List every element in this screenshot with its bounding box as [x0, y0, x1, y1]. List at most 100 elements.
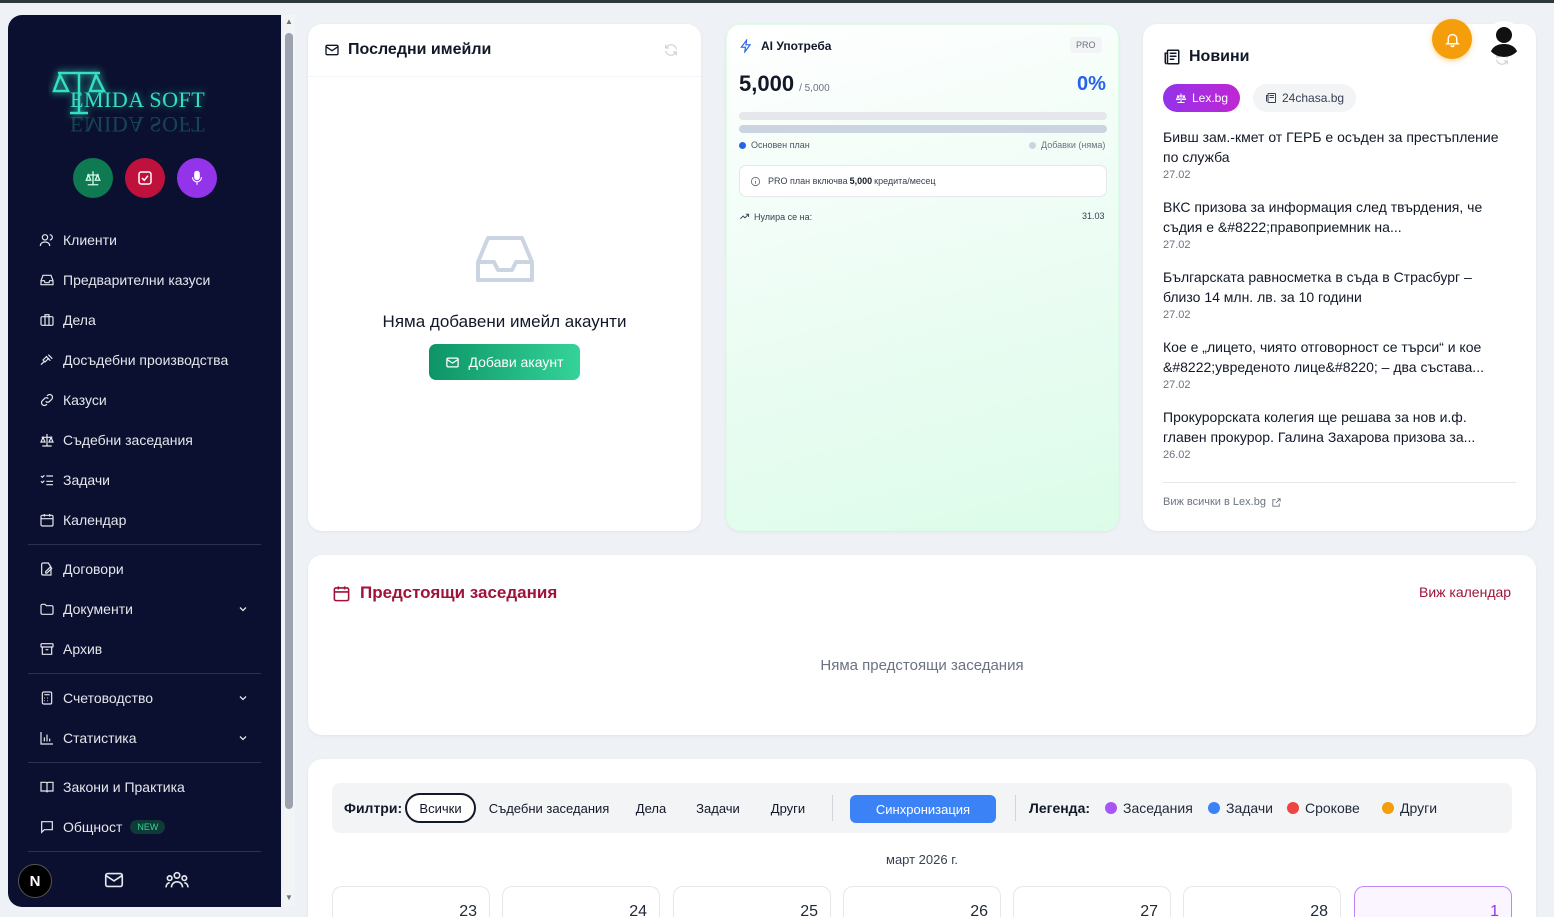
news-source-tab-lexbg[interactable]: Lex.bg	[1163, 84, 1241, 112]
filters-label: Филтри:	[344, 800, 403, 816]
sync-button[interactable]: Синхронизация	[850, 795, 996, 823]
news-item[interactable]: Бивш зам.-кмет от ГЕРБ е осъден за прест…	[1163, 127, 1503, 181]
window-top-border	[0, 0, 1554, 3]
trending-up-icon	[740, 213, 750, 220]
card-divider	[308, 76, 701, 77]
newspaper-icon	[1164, 49, 1180, 65]
calendar-day-today[interactable]: 1	[1354, 886, 1512, 917]
microphone-icon	[191, 170, 203, 185]
sidebar-item-label: Статистика	[63, 730, 137, 746]
quick-hearings-button[interactable]	[73, 158, 113, 198]
ai-credits: 5,000 / 5,000	[739, 71, 830, 97]
filter-other[interactable]: Други	[762, 793, 814, 823]
add-account-button[interactable]: Добави акаунт	[429, 344, 580, 380]
calendar-day[interactable]: 28	[1183, 886, 1341, 917]
quick-tasks-button[interactable]	[125, 158, 165, 198]
news-headline[interactable]: Кое е „лицето, чиято отговорност се търс…	[1163, 337, 1503, 377]
legend-dot	[1029, 141, 1036, 149]
chevron-down-icon[interactable]	[237, 603, 249, 615]
sidebar-item-hearings[interactable]: Съдебни заседания	[28, 420, 261, 460]
filter-tasks[interactable]: Задачи	[687, 793, 749, 823]
sidebar-item-documents[interactable]: Документи	[28, 589, 261, 629]
news-headline[interactable]: Българската равносметка в съда в Страсбу…	[1163, 267, 1503, 307]
filter-all[interactable]: Всички	[405, 793, 476, 823]
calendar-day[interactable]: 23	[332, 886, 490, 917]
contract-icon	[41, 562, 53, 576]
news-item[interactable]: Кое е „лицето, чиято отговорност се търс…	[1163, 337, 1503, 391]
filter-cases[interactable]: Дела	[628, 793, 674, 823]
ai-percent: 0%	[1077, 73, 1106, 95]
mail-icon	[325, 44, 339, 56]
sidebar-item-archive[interactable]: Архив	[28, 629, 261, 669]
external-link-icon	[1272, 497, 1281, 507]
lightning-icon	[740, 39, 752, 53]
news-item[interactable]: Прокурорската колегия ще решава за нов и…	[1163, 407, 1503, 461]
sidebar-item-label: Досъдебни производства	[63, 352, 229, 368]
calculator-icon	[41, 691, 53, 705]
news-headline[interactable]: ВКС призова за информация след твърдения…	[1163, 197, 1503, 237]
news-item[interactable]: Българската равносметка в съда в Страсбу…	[1163, 267, 1503, 321]
news-date: 26.02	[1163, 449, 1191, 461]
calendar-day[interactable]: 26	[843, 886, 1001, 917]
legend-tasks: Задачи	[1208, 800, 1273, 816]
sidebar-item-kazusi[interactable]: Казуси	[28, 380, 261, 420]
view-all-news-link[interactable]: Виж всички в Lex.bg	[1163, 496, 1282, 508]
mail-icon[interactable]	[103, 869, 125, 891]
legend-deadlines: Срокове	[1287, 800, 1360, 816]
sidebar-item-statistics[interactable]: Статистика	[28, 718, 261, 758]
sidebar-item-laws[interactable]: Закони и Практика	[28, 767, 261, 807]
emails-card-title: Последни имейли	[348, 41, 492, 58]
app-logo[interactable]: EMIDA SOFT EMIDA SOFT	[48, 55, 238, 137]
filter-hearings[interactable]: Съдебни заседания	[487, 793, 611, 823]
book-icon	[40, 781, 54, 793]
sidebar-item-calendar[interactable]: Календар	[28, 500, 261, 540]
news-headline[interactable]: Бивш зам.-кмет от ГЕРБ е осъден за прест…	[1163, 127, 1503, 167]
sidebar-item-community[interactable]: Общност NEW	[28, 807, 261, 847]
news-item[interactable]: ВКС призова за информация след твърдения…	[1163, 197, 1503, 251]
sidebar-item-label: Общност	[63, 819, 123, 835]
news-headline[interactable]: Прокурорската колегия ще решава за нов и…	[1163, 407, 1503, 447]
refresh-icon[interactable]	[663, 42, 679, 58]
scroll-up-arrow-icon[interactable]: ▲	[285, 17, 293, 26]
sidebar-item-preliminary-cases[interactable]: Предварителни казуси	[28, 260, 261, 300]
sidebar-item-pretrial[interactable]: Досъдебни производства	[28, 340, 261, 380]
sidebar-item-label: Казуси	[63, 392, 107, 408]
sidebar-item-clients[interactable]: Клиенти	[28, 220, 261, 260]
reset-label: Нулира се на:	[754, 211, 813, 222]
legend-other: Други	[1382, 800, 1437, 816]
calendar-day[interactable]: 27	[1013, 886, 1171, 917]
dev-tools-icon[interactable]: N	[18, 864, 52, 898]
team-icon[interactable]	[165, 869, 189, 891]
legend-dot	[1287, 802, 1299, 814]
emails-card: Последни имейли Няма добавени имейл акау…	[308, 24, 701, 531]
plan-info-box: PRO план включва 5,000 кредита/месец	[739, 165, 1107, 197]
news-source-tab-24chasa[interactable]: 24chasa.bg	[1253, 84, 1357, 112]
sidebar-item-label: Дела	[63, 312, 96, 328]
card-divider	[1163, 482, 1516, 483]
chevron-down-icon[interactable]	[237, 732, 249, 744]
scales-icon	[1175, 93, 1187, 103]
source-label: Lex.bg	[1192, 91, 1229, 105]
calendar-icon	[40, 514, 54, 527]
folder-icon	[40, 603, 54, 615]
sidebar-item-cases[interactable]: Дела	[28, 300, 261, 340]
scrollbar-thumb[interactable]	[285, 33, 293, 809]
filter-divider	[832, 795, 833, 821]
avatar[interactable]	[1486, 21, 1522, 57]
quick-voice-button[interactable]	[177, 158, 217, 198]
chat-icon	[41, 821, 53, 834]
chevron-down-icon[interactable]	[237, 692, 249, 704]
calendar-day[interactable]: 25	[673, 886, 831, 917]
notifications-button[interactable]	[1432, 19, 1472, 59]
sidebar-item-tasks[interactable]: Задачи	[28, 460, 261, 500]
calendar-day[interactable]: 24	[502, 886, 660, 917]
sidebar-item-contracts[interactable]: Договори	[28, 549, 261, 589]
hearings-empty-text: Няма предстоящи заседания	[820, 657, 1024, 674]
bell-icon	[1444, 33, 1460, 47]
check-square-icon	[138, 171, 152, 185]
sidebar-scrollbar[interactable]: ▲ ▼	[283, 15, 295, 907]
scroll-down-arrow-icon[interactable]: ▼	[285, 893, 293, 902]
view-calendar-link[interactable]: Виж календар	[1419, 584, 1511, 600]
sidebar-item-accounting[interactable]: Счетоводство	[28, 678, 261, 718]
new-badge: NEW	[130, 820, 166, 834]
